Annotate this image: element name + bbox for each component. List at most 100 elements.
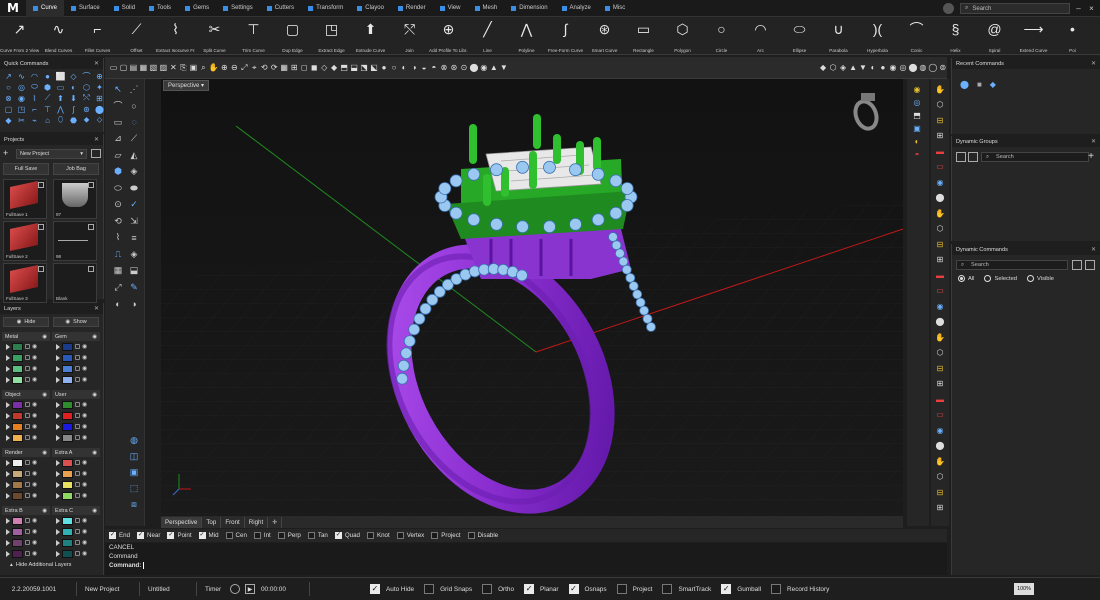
layer-category-header[interactable]: Render ◉ xyxy=(2,448,50,457)
view-tool-icon[interactable]: ▭ xyxy=(109,62,118,74)
toggle-ortho[interactable]: Ortho xyxy=(482,584,514,594)
osnap-quad[interactable]: ✓ Quad xyxy=(334,532,360,539)
osnap-vertex[interactable]: Vertex xyxy=(396,532,424,539)
view-tool-icon[interactable]: ⬤ xyxy=(469,62,478,74)
layer-color-swatch[interactable] xyxy=(12,527,23,536)
view-tool-icon[interactable]: ⤢ xyxy=(240,62,249,74)
layer-category-header[interactable]: User ◉ xyxy=(52,390,100,399)
panel-close-icon[interactable]: ✕ xyxy=(94,136,99,143)
eye-icon[interactable]: ◉ xyxy=(82,412,87,419)
tool-icon[interactable]: ◉ xyxy=(933,300,947,312)
view-tool-icon[interactable]: ⎘ xyxy=(179,62,188,74)
tool-icon[interactable]: ▦ xyxy=(111,265,125,277)
layer-color-swatch[interactable] xyxy=(62,433,73,442)
quick-command-icon[interactable]: ◉ xyxy=(16,93,27,103)
tool-icon[interactable]: ⟋ xyxy=(127,133,141,145)
tool-icon[interactable]: ⊟ xyxy=(933,114,947,126)
tool-icon[interactable]: ⌒ xyxy=(111,100,125,112)
quick-command-icon[interactable]: ⌂ xyxy=(42,115,53,125)
layer-item[interactable]: ◉ xyxy=(2,527,50,536)
tool-icon[interactable]: ⬡ xyxy=(933,99,947,111)
recent-command-icon[interactable]: ◆ xyxy=(990,80,996,89)
expand-arrow-icon[interactable] xyxy=(6,423,10,430)
tab-dimension[interactable]: Dimension xyxy=(504,0,554,17)
tool-icon[interactable]: ▭ xyxy=(933,285,947,297)
tool-icon[interactable]: ◍ xyxy=(127,434,141,446)
toggle-gumball[interactable]: ✓ Gumball xyxy=(721,584,761,594)
expand-arrow-icon[interactable] xyxy=(6,492,10,499)
layer-category-header[interactable]: Extra A ◉ xyxy=(52,448,100,457)
layer-item[interactable]: ◉ xyxy=(2,353,50,362)
layer-category-header[interactable]: Extra B ◉ xyxy=(2,506,50,515)
layer-category-header[interactable]: Gem ◉ xyxy=(52,332,100,341)
tool-icon[interactable]: ⟲ xyxy=(111,215,125,227)
checkbox-icon[interactable] xyxy=(307,532,315,539)
display-tool-icon[interactable]: ▼ xyxy=(859,62,868,74)
add-project-icon[interactable]: + xyxy=(3,149,12,158)
osnap-near[interactable]: ✓ Near xyxy=(137,532,160,539)
list-view-icon[interactable] xyxy=(968,152,978,162)
layer-item[interactable]: ◉ xyxy=(52,538,100,547)
tab-solid[interactable]: Solid xyxy=(107,0,142,17)
eye-icon[interactable]: ◉ xyxy=(82,517,87,524)
eye-icon[interactable]: ◉ xyxy=(92,508,97,514)
eye-icon[interactable]: ◉ xyxy=(32,481,37,488)
view-tool-icon[interactable]: ⌕ xyxy=(199,62,208,74)
expand-arrow-icon[interactable] xyxy=(56,434,60,441)
view-tool-icon[interactable]: ⬒ xyxy=(340,62,349,74)
play-icon[interactable]: ▶ xyxy=(245,584,255,594)
quick-command-icon[interactable]: ⬭ xyxy=(29,82,40,92)
view-tool-icon[interactable]: ◓ xyxy=(429,62,438,74)
expand-arrow-icon[interactable] xyxy=(56,481,60,488)
viewport-tab-top[interactable]: Top xyxy=(202,516,222,528)
tool-icon[interactable]: ◌ xyxy=(127,116,141,128)
tool-icon[interactable]: ⬡ xyxy=(933,223,947,235)
spiral-button[interactable]: @ Spiral xyxy=(975,17,1014,55)
checkbox-checked-icon[interactable]: ✓ xyxy=(370,584,380,594)
view-tool-icon[interactable]: ⬕ xyxy=(370,62,379,74)
extrude-curve-button[interactable]: ⬆ Extrude Curve xyxy=(351,17,390,55)
view-tool-icon[interactable]: ▣ xyxy=(189,62,198,74)
layer-item[interactable]: ◉ xyxy=(52,375,100,384)
eye-icon[interactable]: ◉ xyxy=(32,539,37,546)
layer-item[interactable]: ◉ xyxy=(52,364,100,373)
filter-all-radio[interactable]: All xyxy=(958,275,974,282)
tool-icon[interactable]: ⬡ xyxy=(933,471,947,483)
quick-command-icon[interactable]: ⊤ xyxy=(42,104,53,114)
view-tool-icon[interactable]: ⟲ xyxy=(260,62,269,74)
lock-icon[interactable] xyxy=(75,482,80,487)
lock-icon[interactable] xyxy=(25,355,30,360)
hyperbola-button[interactable]: )(Hyperbola xyxy=(858,17,897,55)
tab-transform[interactable]: Transform xyxy=(301,0,350,17)
tool-icon[interactable]: ◐ xyxy=(111,298,125,310)
lock-icon[interactable] xyxy=(25,551,30,556)
expand-arrow-icon[interactable] xyxy=(56,459,60,466)
lock-icon[interactable] xyxy=(25,413,30,418)
tool-icon[interactable]: ✋ xyxy=(933,331,947,343)
extend-curve-button[interactable]: ⟶ Extend Curve xyxy=(1014,17,1053,55)
display-tool-icon[interactable]: ⊚ xyxy=(938,62,947,74)
layer-item[interactable]: ◉ xyxy=(52,516,100,525)
viewport-tab-front[interactable]: Front xyxy=(221,516,245,528)
tab-surface[interactable]: Surface xyxy=(64,0,107,17)
tab-view[interactable]: View xyxy=(433,0,468,17)
filter-selected-radio[interactable]: Selected xyxy=(984,275,1017,282)
tab-tools[interactable]: Tools xyxy=(142,0,178,17)
project-name-label[interactable]: New Project xyxy=(85,586,131,593)
layer-category-header[interactable]: Object ◉ xyxy=(2,390,50,399)
checkbox-checked-icon[interactable]: ✓ xyxy=(198,532,206,539)
conic-button[interactable]: ⌒ Conic xyxy=(897,17,936,55)
view-tool-icon[interactable]: ▦ xyxy=(280,62,289,74)
view-tool-icon[interactable]: ⟳ xyxy=(270,62,279,74)
osnap-knot[interactable]: Knot xyxy=(366,532,390,539)
layer-color-swatch[interactable] xyxy=(12,516,23,525)
viewport-tab-right[interactable]: Right xyxy=(245,516,269,528)
quick-command-icon[interactable]: ⬣ xyxy=(68,115,79,125)
quick-command-icon[interactable]: ⬡ xyxy=(81,82,92,92)
panel-close-icon[interactable]: ✕ xyxy=(1091,246,1096,253)
lock-icon[interactable] xyxy=(25,344,30,349)
view-tool-icon[interactable]: ⊙ xyxy=(459,62,468,74)
panel-close-icon[interactable]: ✕ xyxy=(94,60,99,67)
dup-edge-button[interactable]: ▢ Dup Edge xyxy=(273,17,312,55)
lock-icon[interactable] xyxy=(25,482,30,487)
